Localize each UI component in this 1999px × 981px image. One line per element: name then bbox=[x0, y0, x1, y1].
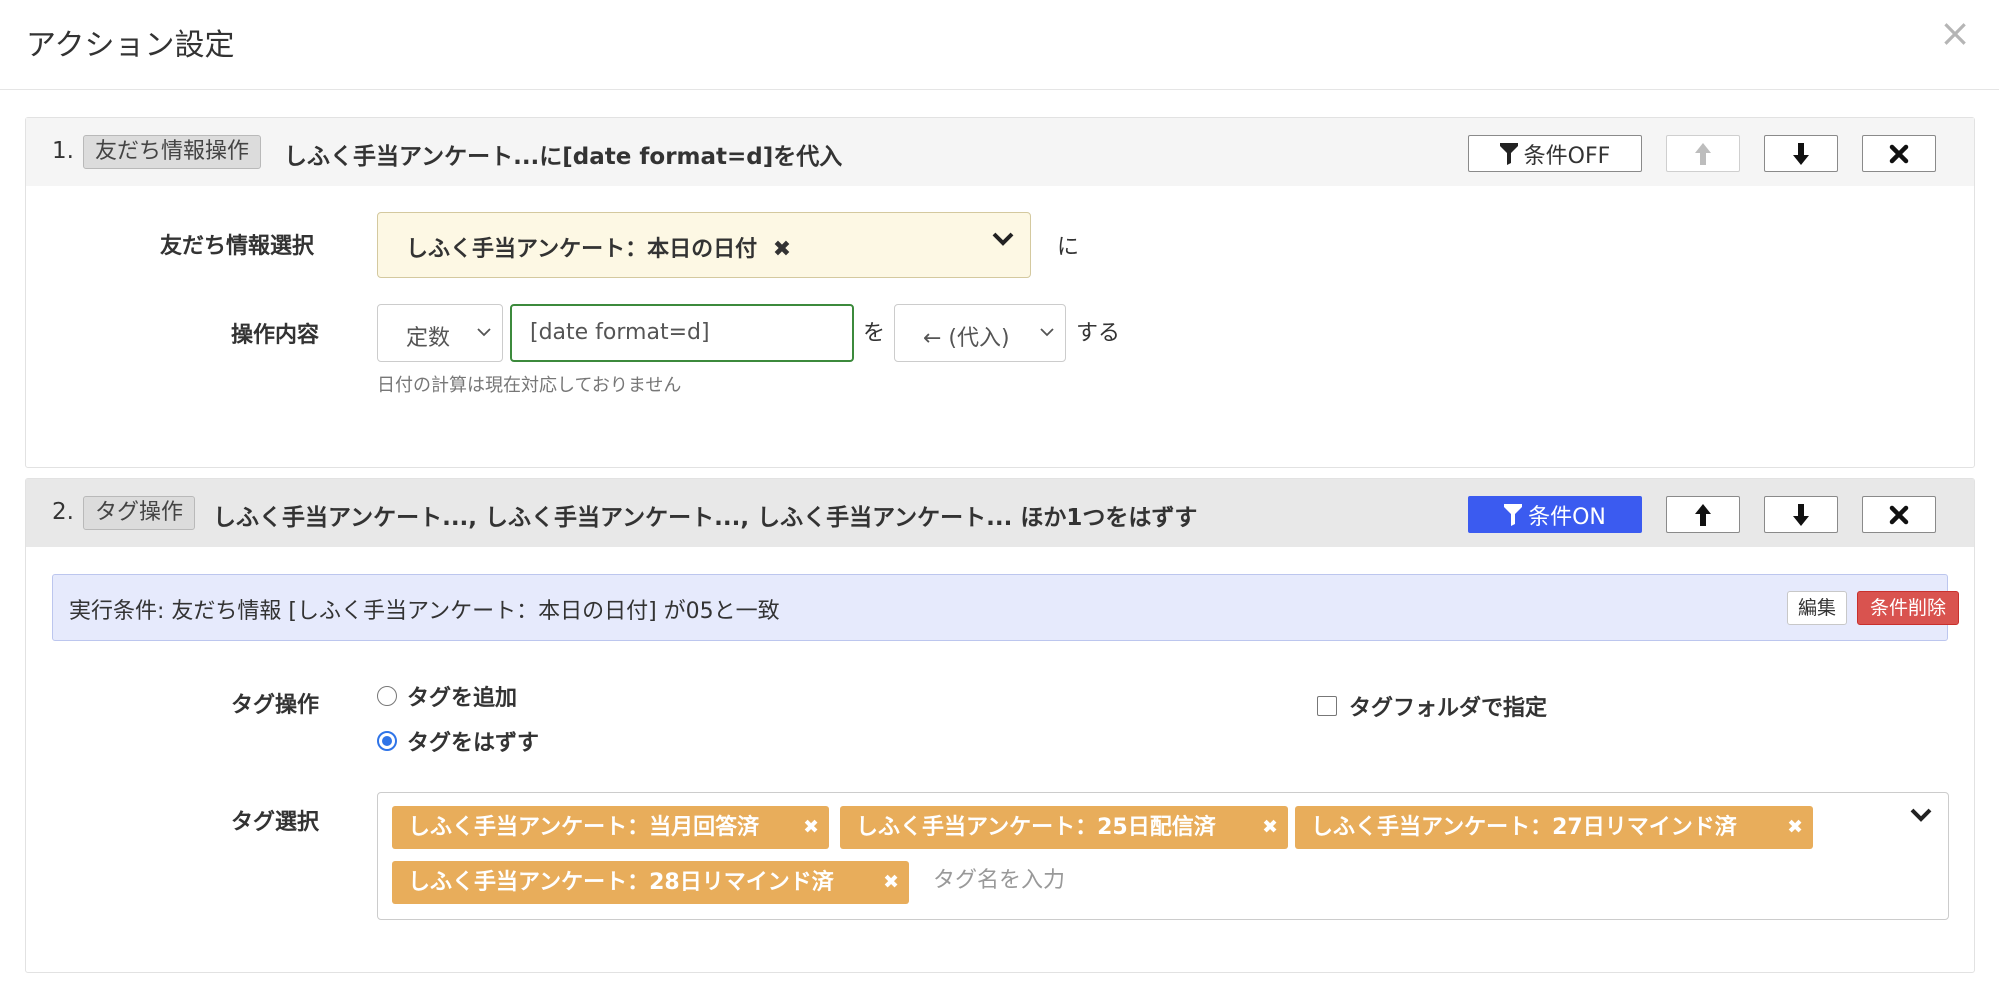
selected-tag: しふく手当アンケート：当月回答済 ✖ bbox=[392, 806, 829, 849]
caret-down-icon bbox=[1040, 328, 1054, 337]
move-up-button[interactable] bbox=[1666, 496, 1740, 533]
modal-header: アクション設定 × bbox=[0, 0, 1999, 90]
chevron-down-icon bbox=[992, 232, 1014, 246]
friend-info-select[interactable]: しふく手当アンケート：本日の日付 ✖ bbox=[377, 212, 1031, 278]
action-number: 1. bbox=[52, 138, 74, 164]
execution-condition-bar: 実行条件: 友だち情報 [しふく手当アンケート：本日の日付] が05と一致 編集… bbox=[52, 574, 1959, 641]
tag-folder-checkbox-control[interactable] bbox=[1317, 696, 1337, 716]
operation-label: 操作内容 bbox=[231, 323, 320, 348]
operator-select[interactable]: ← (代入) bbox=[894, 304, 1066, 362]
delete-action-button[interactable] bbox=[1862, 135, 1936, 172]
arrow-down-icon bbox=[1793, 503, 1809, 526]
condition-toggle-button[interactable]: 条件ON bbox=[1468, 496, 1642, 533]
close-icon[interactable]: × bbox=[1939, 14, 1971, 52]
modal-title: アクション設定 bbox=[26, 28, 235, 63]
delete-action-button[interactable] bbox=[1862, 496, 1936, 533]
friend-select-label: 友だち情報選択 bbox=[160, 234, 315, 259]
action-panel-1: 1. 友だち情報操作 しふく手当アンケート...に[date format=d]… bbox=[25, 117, 1975, 468]
chevron-down-icon[interactable] bbox=[1910, 807, 1932, 823]
arrow-down-icon bbox=[1793, 142, 1809, 165]
operation-type-value: 定数 bbox=[406, 326, 451, 351]
move-up-button[interactable] bbox=[1666, 135, 1740, 172]
move-down-button[interactable] bbox=[1764, 496, 1838, 533]
operation-suffix: する bbox=[1076, 321, 1121, 346]
action-type-badge: タグ操作 bbox=[83, 496, 196, 530]
edit-condition-button[interactable]: 編集 bbox=[1787, 591, 1847, 625]
condition-toggle-button[interactable]: 条件OFF bbox=[1468, 135, 1642, 172]
friend-select-suffix: に bbox=[1057, 235, 1080, 260]
selected-tag-label: しふく手当アンケート：27日リマインド済 bbox=[1311, 815, 1737, 840]
tag-name-input[interactable]: タグ名を入力 bbox=[933, 862, 1065, 894]
tag-select-label: タグ選択 bbox=[231, 810, 320, 835]
tag-folder-checkbox[interactable]: タグフォルダで指定 bbox=[1317, 690, 1547, 722]
arrow-up-icon bbox=[1695, 142, 1711, 165]
operation-type-select[interactable]: 定数 bbox=[377, 304, 503, 362]
selected-tag: しふく手当アンケート：28日リマインド済 ✖ bbox=[392, 861, 909, 904]
action-summary: しふく手当アンケート...に[date format=d]を代入 bbox=[284, 144, 843, 170]
selected-tag: しふく手当アンケート：25日配信済 ✖ bbox=[840, 806, 1288, 849]
radio-add-tag[interactable]: タグを追加 bbox=[377, 680, 517, 712]
delete-icon bbox=[1889, 505, 1909, 524]
action-type-badge: 友だち情報操作 bbox=[83, 135, 262, 169]
operation-particle: を bbox=[863, 321, 886, 346]
radio-add-tag-label: タグを追加 bbox=[407, 686, 518, 711]
delete-icon bbox=[1889, 144, 1909, 163]
remove-icon[interactable]: ✖ bbox=[803, 806, 819, 849]
selected-tag-label: しふく手当アンケート：25日配信済 bbox=[856, 815, 1216, 840]
selected-friend-info-label: しふく手当アンケート：本日の日付 bbox=[406, 237, 758, 262]
action-panel-2: 2. タグ操作 しふく手当アンケート..., しふく手当アンケート..., しふ… bbox=[25, 478, 1975, 973]
remove-icon[interactable]: ✖ bbox=[1262, 806, 1278, 849]
action-header-1: 1. 友だち情報操作 しふく手当アンケート...に[date format=d]… bbox=[26, 118, 1974, 186]
condition-toggle-label: 条件ON bbox=[1528, 504, 1606, 530]
radio-add-tag-control[interactable] bbox=[377, 686, 397, 706]
selected-tag-label: しふく手当アンケート：当月回答済 bbox=[408, 815, 760, 840]
operator-value: ← (代入) bbox=[923, 326, 1010, 351]
remove-icon[interactable]: ✖ bbox=[1787, 806, 1803, 849]
radio-remove-tag-label: タグをはずす bbox=[407, 731, 540, 756]
selected-friend-info: しふく手当アンケート：本日の日付 ✖ bbox=[406, 231, 791, 263]
radio-remove-tag-control[interactable] bbox=[377, 731, 397, 751]
selected-tag-label: しふく手当アンケート：28日リマインド済 bbox=[408, 870, 834, 895]
caret-down-icon bbox=[477, 328, 491, 337]
selected-tag: しふく手当アンケート：27日リマインド済 ✖ bbox=[1295, 806, 1813, 849]
radio-remove-tag[interactable]: タグをはずす bbox=[377, 725, 539, 757]
tag-select-box[interactable]: しふく手当アンケート：当月回答済 ✖ しふく手当アンケート：25日配信済 ✖ し… bbox=[377, 792, 1949, 920]
operation-hint: 日付の計算は現在対応しておりません bbox=[377, 375, 682, 396]
remove-icon[interactable]: ✖ bbox=[883, 861, 899, 904]
operation-value-input[interactable]: [date format=d] bbox=[510, 304, 854, 362]
action-summary: しふく手当アンケート..., しふく手当アンケート..., しふく手当アンケート… bbox=[213, 505, 1198, 531]
action-header-2: 2. タグ操作 しふく手当アンケート..., しふく手当アンケート..., しふ… bbox=[26, 479, 1974, 547]
filter-icon bbox=[1499, 142, 1518, 165]
move-down-button[interactable] bbox=[1764, 135, 1838, 172]
condition-toggle-label: 条件OFF bbox=[1523, 143, 1611, 169]
execution-condition-text: 実行条件: 友だち情報 [しふく手当アンケート：本日の日付] が05と一致 bbox=[69, 599, 780, 624]
remove-icon[interactable]: ✖ bbox=[773, 237, 791, 262]
action-number: 2. bbox=[52, 499, 74, 525]
tag-folder-checkbox-label: タグフォルダで指定 bbox=[1349, 696, 1548, 721]
tag-operation-label: タグ操作 bbox=[231, 693, 320, 718]
delete-condition-button[interactable]: 条件削除 bbox=[1857, 591, 1959, 625]
filter-icon bbox=[1504, 503, 1523, 526]
arrow-up-icon bbox=[1695, 503, 1711, 526]
